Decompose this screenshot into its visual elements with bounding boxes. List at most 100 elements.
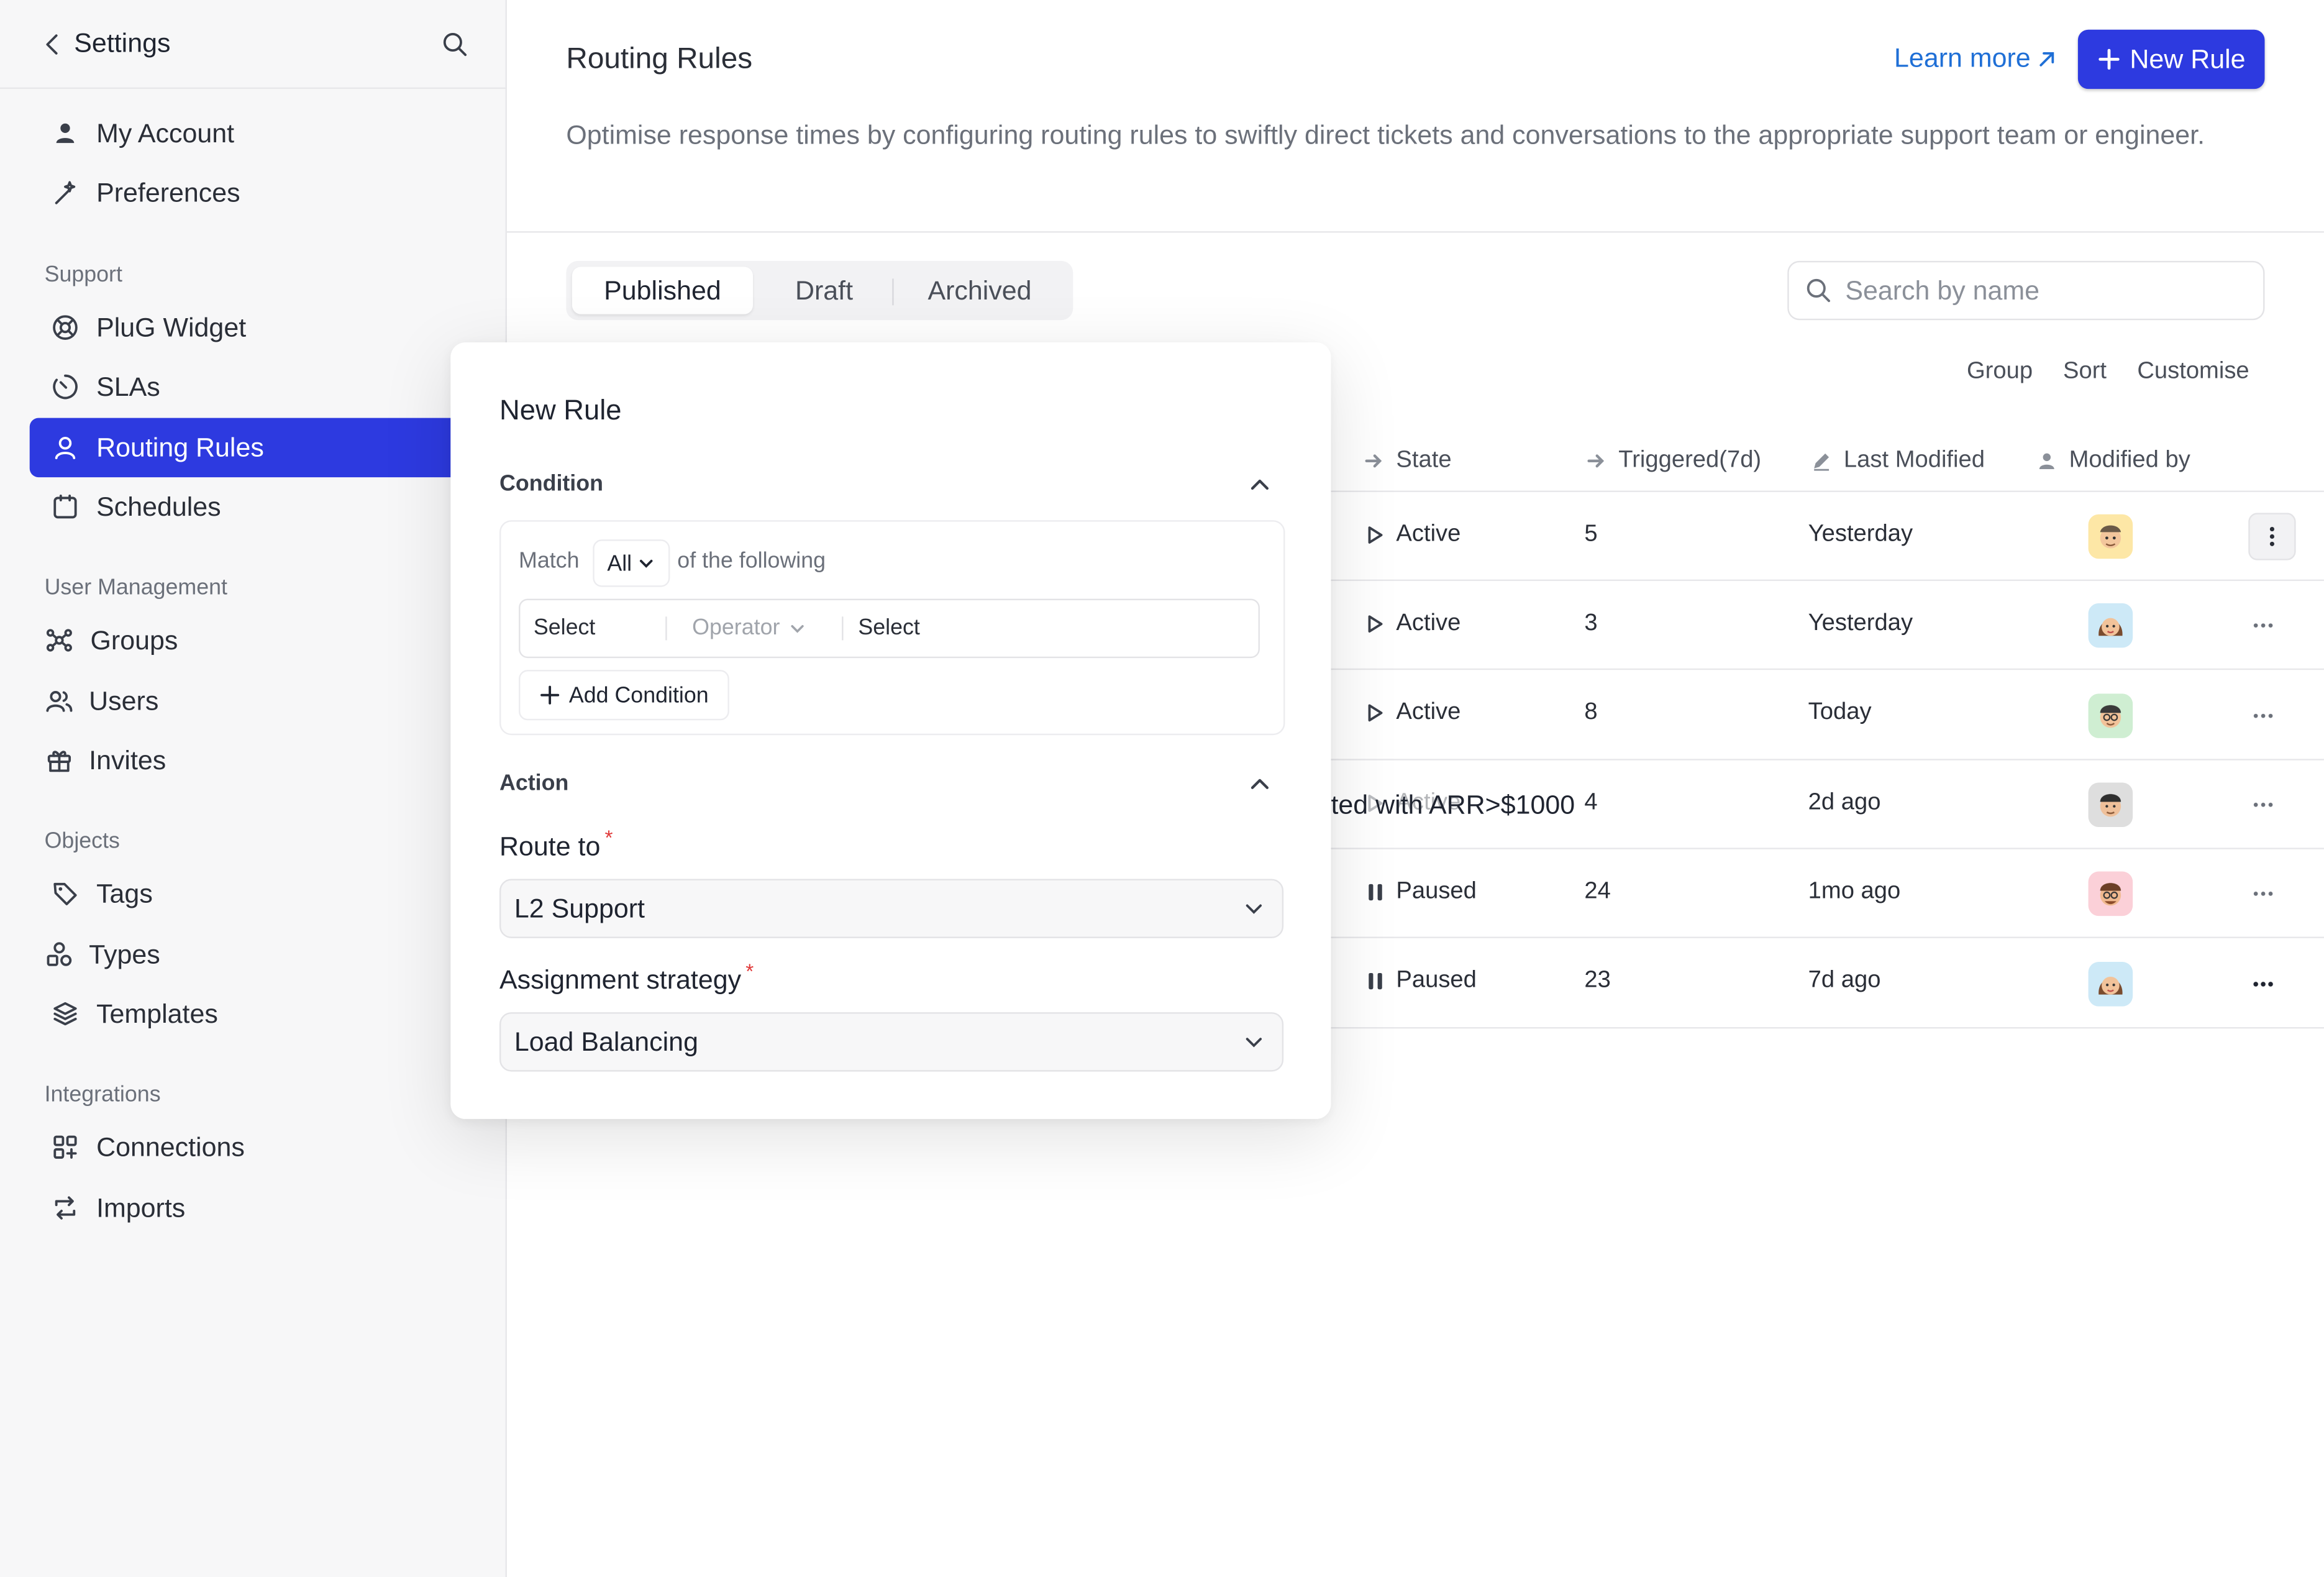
condition-value-select[interactable]: Select <box>858 615 919 641</box>
of-following-label: of the following <box>677 548 826 574</box>
triggered-cell: 5 <box>1584 521 1598 547</box>
column-header-triggered[interactable]: Triggered(7d) <box>1586 447 1761 474</box>
chevron-down-icon <box>1244 898 1282 918</box>
last-modified-cell: Yesterday <box>1808 610 1913 636</box>
collapse-chevron-up-icon[interactable] <box>1248 473 1272 496</box>
avatar <box>2088 962 2133 1007</box>
state-label: Paused <box>1396 967 1477 994</box>
row-more-button[interactable] <box>2241 962 2285 1007</box>
tab-draft[interactable]: Draft <box>759 267 890 314</box>
last-modified-cell: 1mo ago <box>1808 879 1901 905</box>
tab-archived[interactable]: Archived <box>898 267 1061 314</box>
users-icon <box>45 686 75 716</box>
back-chevron-icon[interactable] <box>42 30 65 60</box>
state-cell: Paused <box>1367 879 1477 905</box>
sidebar-title[interactable]: Settings <box>74 28 170 59</box>
sidebar-item-label: Imports <box>96 1192 186 1222</box>
arrow-right-icon <box>1364 450 1384 471</box>
group-button[interactable]: Group <box>1967 359 2033 385</box>
column-header-state[interactable]: State <box>1364 447 1452 474</box>
more-horizontal-icon <box>2253 623 2273 629</box>
header-divider <box>506 231 2324 233</box>
match-mode-value: All <box>607 551 632 576</box>
state-label: Paused <box>1396 879 1477 905</box>
sidebar-item-routing-rules[interactable]: Routing Rules <box>29 418 504 478</box>
route-to-text: Route to <box>499 831 601 861</box>
sidebar-item-imports[interactable]: Imports <box>30 1178 504 1237</box>
triggered-cell: 3 <box>1584 610 1598 636</box>
sidebar-item-users[interactable]: Users <box>30 672 504 731</box>
search-input[interactable]: Search by name <box>1787 260 2265 321</box>
sync-icon <box>50 1193 80 1223</box>
sidebar-item-label: Invites <box>89 744 166 775</box>
tag-icon <box>50 879 80 908</box>
sidebar-item-plug-widget[interactable]: PluG Widget <box>30 298 504 357</box>
more-horizontal-icon <box>2253 981 2273 987</box>
action-heading: Action <box>499 770 569 796</box>
status-tabs: Published Draft Archived <box>566 260 1073 321</box>
sidebar-item-preferences[interactable]: Preferences <box>30 163 504 222</box>
triggered-cell: 24 <box>1584 879 1611 905</box>
condition-operator-select[interactable]: Operator <box>692 615 806 640</box>
row-divider <box>1331 759 2324 761</box>
route-to-select[interactable]: L2 Support <box>499 879 1284 938</box>
tab-published[interactable]: Published <box>572 267 753 314</box>
more-vertical-icon <box>2269 526 2276 547</box>
row-more-button[interactable] <box>2241 693 2285 738</box>
row-divider <box>1331 936 2324 938</box>
condition-field-select[interactable]: Select <box>534 615 595 641</box>
assignment-strategy-select[interactable]: Load Balancing <box>499 1012 1284 1072</box>
state-cell: Paused <box>1367 968 1477 995</box>
sidebar-item-label: Templates <box>96 998 218 1028</box>
customise-button[interactable]: Customise <box>2137 359 2249 385</box>
column-header-label: Triggered(7d) <box>1618 447 1762 473</box>
row-divider <box>1331 490 2324 492</box>
column-header-last-modified[interactable]: Last Modified <box>1811 447 1985 474</box>
section-heading-user-management: User Management <box>44 575 227 601</box>
match-mode-dropdown[interactable]: All <box>593 539 670 587</box>
sidebar-item-my-account[interactable]: My Account <box>30 104 504 163</box>
row-more-button[interactable] <box>2241 782 2285 827</box>
column-header-modified-by[interactable]: Modified by <box>2036 447 2190 474</box>
more-horizontal-icon <box>2253 713 2273 719</box>
row-divider <box>1331 579 2324 582</box>
tab-separator <box>892 278 894 306</box>
sidebar-item-invites[interactable]: Invites <box>30 731 504 790</box>
search-placeholder: Search by name <box>1845 275 2040 305</box>
page-description: Optimise response times by configuring r… <box>566 120 2205 150</box>
sidebar-item-tags[interactable]: Tags <box>30 864 504 923</box>
sort-button[interactable]: Sort <box>2063 359 2107 385</box>
add-condition-button[interactable]: Add Condition <box>519 670 729 721</box>
route-to-label: Route to * <box>499 826 613 863</box>
page-title: Routing Rules <box>566 43 753 76</box>
pencil-icon <box>1811 450 1831 471</box>
sidebar-item-label: Schedules <box>96 491 221 521</box>
gift-icon <box>45 746 75 775</box>
learn-more-link[interactable]: Learn more <box>1894 43 2057 74</box>
last-modified-cell: Yesterday <box>1808 521 1913 547</box>
sidebar-item-connections[interactable]: Connections <box>30 1118 504 1177</box>
new-rule-popover: New Rule Condition Match All of the foll… <box>450 342 1331 1119</box>
field-separator <box>665 616 667 641</box>
sidebar-item-templates[interactable]: Templates <box>30 984 504 1043</box>
sidebar-header: Settings <box>0 0 506 89</box>
sidebar-item-slas[interactable]: SLAs <box>30 357 504 416</box>
pause-icon <box>1367 971 1385 991</box>
state-label: Active <box>1396 521 1461 547</box>
row-divider <box>1331 1027 2324 1029</box>
sidebar-item-types[interactable]: Types <box>30 925 504 984</box>
assignment-strategy-text: Assignment strategy <box>499 964 742 995</box>
row-more-button[interactable] <box>2241 603 2285 648</box>
collapse-chevron-up-icon[interactable] <box>1248 772 1272 796</box>
sidebar-item-groups[interactable]: Groups <box>30 611 504 670</box>
sidebar-item-label: Connections <box>96 1131 245 1161</box>
row-more-button[interactable] <box>2241 872 2285 916</box>
row-more-button[interactable] <box>2248 513 2296 560</box>
column-header-label: State <box>1396 447 1452 473</box>
arrow-right-icon <box>1586 450 1606 471</box>
sidebar-item-schedules[interactable]: Schedules <box>30 477 504 536</box>
search-icon[interactable] <box>440 30 470 60</box>
new-rule-button[interactable]: New Rule <box>2077 29 2265 89</box>
assignment-strategy-label: Assignment strategy * <box>499 959 754 996</box>
state-cell: Active <box>1367 521 1461 549</box>
